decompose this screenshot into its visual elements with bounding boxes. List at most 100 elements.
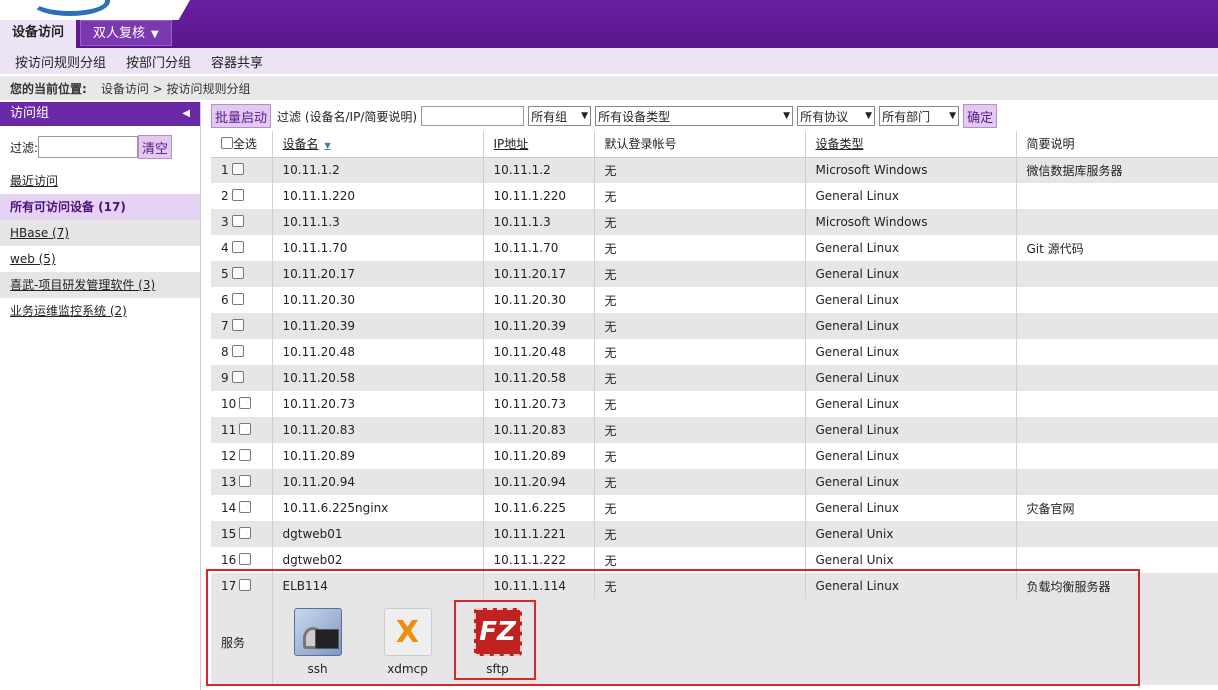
device-name-cell[interactable]: 10.11.1.2	[272, 157, 484, 183]
device-name-cell[interactable]: 10.11.20.83	[272, 417, 484, 443]
row-checkbox[interactable]	[239, 423, 252, 435]
device-name-cell[interactable]: dgtweb02	[272, 547, 484, 573]
table-row[interactable]: 2 10.11.1.220 10.11.1.220 无 General Linux	[211, 183, 1218, 209]
device-name-cell[interactable]: 10.11.20.58	[272, 365, 484, 391]
device-name-cell[interactable]: 10.11.20.30	[272, 287, 484, 313]
device-name-cell[interactable]: 10.11.1.70	[272, 235, 484, 261]
sidebar-item-recent[interactable]: 最近访问	[0, 168, 200, 194]
row-checkbox[interactable]	[239, 579, 252, 591]
row-index-cell: 9	[211, 365, 273, 391]
table-row[interactable]: 6 10.11.20.30 10.11.20.30 无 General Linux	[211, 287, 1218, 313]
group-select[interactable]: 所有组 ▼	[528, 106, 592, 126]
sidebar-item-project-software[interactable]: 喜武-项目研发管理软件 (3)	[0, 272, 200, 298]
device-type-select[interactable]: 所有设备类型 ▼	[595, 106, 794, 126]
breadcrumb-label: 您的当前位置:	[10, 81, 87, 96]
sidebar-item-hbase[interactable]: HBase (7)	[0, 220, 200, 246]
table-row[interactable]: 3 10.11.1.3 10.11.1.3 无 Microsoft Windows	[211, 209, 1218, 235]
sidebar-clear-button[interactable]: 清空	[138, 135, 173, 159]
account-cell: 无	[594, 313, 806, 339]
table-row[interactable]: 8 10.11.20.48 10.11.20.48 无 General Linux	[211, 339, 1218, 365]
batch-start-button[interactable]: 批量启动	[211, 104, 272, 128]
subnav-by-department[interactable]: 按部门分组	[126, 52, 191, 71]
device-name-cell[interactable]: 10.11.1.220	[272, 183, 484, 209]
table-row[interactable]: 1 10.11.1.2 10.11.1.2 无 Microsoft Windows 微信数…	[211, 157, 1218, 183]
device-filter-input[interactable]	[421, 106, 525, 126]
row-checkbox[interactable]	[239, 527, 252, 539]
service-sftp-button[interactable]: FZ sftp	[463, 608, 533, 676]
device-type-cell: General Linux	[805, 469, 1017, 495]
row-checkbox[interactable]	[231, 189, 244, 201]
row-checkbox[interactable]	[231, 345, 244, 357]
device-name-cell[interactable]: 10.11.20.73	[272, 391, 484, 417]
device-name-header-label: 设备名	[282, 137, 319, 152]
row-index-cell: 4	[211, 235, 273, 261]
table-row[interactable]: 14 10.11.6.225nginx 10.11.6.225 无 General Li…	[211, 495, 1218, 521]
description-header-label: 简要说明	[1026, 137, 1075, 152]
device-name-cell[interactable]: dgtweb01	[272, 521, 484, 547]
row-checkbox[interactable]	[231, 163, 244, 176]
row-checkbox[interactable]	[239, 475, 252, 487]
table-row[interactable]: 13 10.11.20.94 10.11.20.94 无 General Linux	[211, 469, 1218, 495]
row-checkbox[interactable]	[239, 553, 252, 565]
department-select[interactable]: 所有部门 ▼	[879, 106, 960, 126]
row-number: 7	[221, 319, 229, 333]
device-name-cell[interactable]: 10.11.20.48	[272, 339, 484, 365]
top-header: 设备访问 双人复核 ▼	[0, 0, 1218, 48]
service-ssh-button[interactable]: ssh	[283, 608, 353, 676]
ip-header[interactable]: IP地址	[483, 131, 595, 158]
table-row[interactable]: 16 dgtweb02 10.11.1.222 无 General Unix	[211, 547, 1218, 573]
table-row[interactable]: 12 10.11.20.89 10.11.20.89 无 General Linux	[211, 443, 1218, 469]
device-name-cell[interactable]: 10.11.20.94	[272, 469, 484, 495]
description-cell	[1016, 521, 1218, 547]
account-cell: 无	[594, 547, 806, 573]
select-all-checkbox[interactable]	[221, 137, 233, 150]
table-row[interactable]: 4 10.11.1.70 10.11.1.70 无 General Linux Git 源…	[211, 235, 1218, 261]
table-row[interactable]: 17 ELB114 10.11.1.114 无 General Linux 负载均衡服务器	[211, 573, 1218, 599]
tab-dual-review[interactable]: 双人复核 ▼	[80, 20, 172, 46]
device-name-cell[interactable]: 10.11.20.89	[272, 443, 484, 469]
table-row[interactable]: 15 dgtweb01 10.11.1.221 无 General Unix	[211, 521, 1218, 547]
device-name-cell[interactable]: ELB114	[272, 573, 484, 599]
sidebar-item-web[interactable]: web (5)	[0, 246, 200, 272]
tab-device-access[interactable]: 设备访问	[0, 20, 77, 48]
service-xdmcp-button[interactable]: Xxdmcp	[373, 608, 443, 676]
device-name-cell[interactable]: 10.11.20.39	[272, 313, 484, 339]
account-cell: 无	[594, 521, 806, 547]
device-name-cell[interactable]: 10.11.1.3	[272, 209, 484, 235]
subnav-container-share[interactable]: 容器共享	[211, 52, 263, 71]
row-checkbox[interactable]	[231, 215, 244, 227]
table-row[interactable]: 9 10.11.20.58 10.11.20.58 无 General Linux	[211, 365, 1218, 391]
table-row[interactable]: 10 10.11.20.73 10.11.20.73 无 General Linux	[211, 391, 1218, 417]
row-checkbox[interactable]	[231, 267, 244, 279]
confirm-button[interactable]: 确定	[963, 104, 998, 128]
main-tabs: 设备访问 双人复核 ▼	[0, 20, 172, 48]
row-checkbox[interactable]	[231, 371, 244, 383]
row-checkbox[interactable]	[239, 501, 252, 513]
device-name-header[interactable]: 设备名 ▼	[272, 131, 484, 158]
table-row[interactable]: 5 10.11.20.17 10.11.20.17 无 General Linux	[211, 261, 1218, 287]
collapse-icon[interactable]: ◀	[182, 102, 190, 126]
row-checkbox[interactable]	[231, 241, 244, 253]
table-row[interactable]: 7 10.11.20.39 10.11.20.39 无 General Linux	[211, 313, 1218, 339]
row-checkbox[interactable]	[239, 449, 252, 461]
row-checkbox[interactable]	[239, 397, 252, 409]
row-checkbox[interactable]	[231, 319, 244, 331]
device-type-header[interactable]: 设备类型	[805, 131, 1017, 158]
row-number: 2	[221, 189, 229, 203]
select-all-header[interactable]: 全选	[211, 131, 273, 158]
account-header-label: 默认登录帐号	[604, 137, 677, 152]
device-name-cell[interactable]: 10.11.20.17	[272, 261, 484, 287]
sidebar-item-all-devices[interactable]: 所有可访问设备 (17)	[0, 194, 200, 220]
sidebar-filter-label: 过滤:	[10, 140, 39, 155]
account-cell: 无	[594, 157, 806, 183]
ip-cell: 10.11.1.221	[483, 521, 595, 547]
row-checkbox[interactable]	[231, 293, 244, 305]
ip-cell: 10.11.20.94	[483, 469, 595, 495]
protocol-select[interactable]: 所有协议 ▼	[797, 106, 876, 126]
sidebar-filter-input[interactable]	[38, 136, 139, 158]
table-row[interactable]: 11 10.11.20.83 10.11.20.83 无 General Linux	[211, 417, 1218, 443]
sidebar-item-ops-monitoring[interactable]: 业务运维监控系统 (2)	[0, 298, 200, 324]
device-name-cell[interactable]: 10.11.6.225nginx	[272, 495, 484, 521]
subnav-by-rule[interactable]: 按访问规则分组	[15, 52, 106, 71]
description-cell	[1016, 183, 1218, 209]
